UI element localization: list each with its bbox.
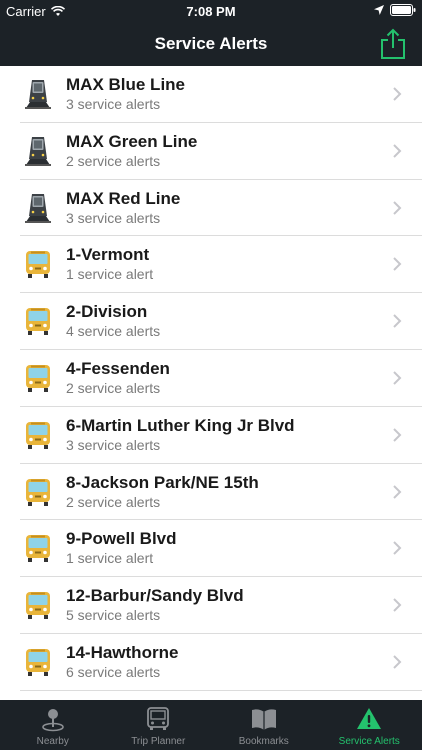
alert-row[interactable]: MAX Green Line 2 service alerts — [0, 123, 422, 180]
chevron-right-icon — [392, 427, 402, 443]
alert-row[interactable]: MAX Red Line 3 service alerts — [0, 180, 422, 237]
route-name: 6-Martin Luther King Jr Blvd — [66, 415, 295, 435]
alert-row[interactable]: 1-Vermont 1 service alert — [0, 236, 422, 293]
bus-icon — [22, 532, 54, 564]
alert-row[interactable]: 2-Division 4 service alerts — [0, 293, 422, 350]
chevron-right-icon — [392, 654, 402, 670]
bus-icon — [22, 248, 54, 280]
chevron-right-icon — [392, 313, 402, 329]
bus-icon — [22, 362, 54, 394]
alert-icon — [357, 708, 382, 729]
bus-front-icon — [147, 707, 170, 730]
bus-icon — [22, 646, 54, 678]
chevron-right-icon — [392, 200, 402, 216]
route-name: 2-Division — [66, 302, 148, 322]
tab-service-alerts-label: Service Alerts — [338, 736, 400, 747]
route-name: MAX Red Line — [66, 188, 181, 208]
alert-row[interactable]: 4-Fessenden 2 service alerts — [0, 350, 422, 407]
alert-row[interactable]: 8-Jackson Park/NE 15th 2 service alerts — [0, 464, 422, 521]
status-right — [374, 4, 416, 16]
alert-row[interactable]: 9-Powell Blvd 1 service alert — [0, 520, 422, 577]
alert-row[interactable]: 12-Barbur/Sandy Blvd 5 service alerts — [0, 577, 422, 634]
alert-count: 4 service alerts — [66, 323, 161, 340]
location-arrow-icon — [374, 5, 384, 15]
tab-nearby-label: Nearby — [36, 736, 69, 747]
route-name: 12-Barbur/Sandy Blvd — [66, 586, 244, 606]
route-name: MAX Green Line — [66, 131, 198, 151]
alert-row[interactable]: MAX Blue Line 3 service alerts — [0, 66, 422, 123]
tab-trip-planner[interactable]: Trip Planner — [106, 700, 212, 750]
tab-service-alerts[interactable]: Service Alerts — [317, 700, 422, 750]
alert-count: 3 service alerts — [66, 436, 161, 453]
alert-count: 3 service alerts — [66, 209, 161, 226]
page-title: Service Alerts — [154, 34, 268, 53]
status-bar: Carrier 7:08 PM — [0, 0, 422, 22]
chevron-right-icon — [392, 86, 402, 102]
route-name: 1-Vermont — [66, 245, 150, 265]
book-icon — [251, 709, 276, 730]
chevron-right-icon — [392, 597, 402, 613]
route-name: 4-Fessenden — [66, 358, 170, 378]
alert-count: 2 service alerts — [66, 152, 161, 169]
alert-count: 1 service alert — [66, 550, 154, 567]
tab-bookmarks-label: Bookmarks — [238, 736, 289, 747]
chevron-right-icon — [392, 484, 402, 500]
tab-bookmarks[interactable]: Bookmarks — [211, 700, 317, 750]
alert-count: 2 service alerts — [66, 493, 161, 510]
train-icon — [22, 78, 54, 110]
alert-count: 1 service alert — [66, 266, 154, 283]
battery-icon — [390, 4, 416, 16]
tab-nearby[interactable]: Nearby — [0, 700, 106, 750]
route-name: 9-Powell Blvd — [66, 529, 177, 549]
service-alerts-list: MAX Blue Line 3 service alerts MAX Green L… — [0, 66, 422, 700]
share-icon[interactable] — [380, 28, 406, 60]
alert-count: 6 service alerts — [66, 663, 161, 680]
chevron-right-icon — [392, 370, 402, 386]
map-pin-icon — [41, 709, 64, 732]
bus-icon — [22, 419, 54, 451]
navigation-bar: Service Alerts — [0, 22, 422, 66]
train-icon — [22, 135, 54, 167]
route-name: 14-Hawthorne — [66, 642, 179, 662]
alert-count: 3 service alerts — [66, 96, 161, 112]
tab-bar: Nearby Trip Planner Bookmarks Service Al… — [0, 700, 422, 750]
route-name: MAX Blue Line — [66, 75, 186, 94]
status-time: 7:08 PM — [186, 4, 236, 19]
bus-icon — [22, 589, 54, 621]
bus-icon — [22, 476, 54, 508]
route-name: 8-Jackson Park/NE 15th — [66, 472, 259, 492]
alert-row[interactable]: 6-Martin Luther King Jr Blvd 3 service al… — [0, 407, 422, 464]
chevron-right-icon — [392, 256, 402, 272]
chevron-right-icon — [392, 143, 402, 159]
alert-count: 5 service alerts — [66, 607, 161, 624]
tab-trip-planner-label: Trip Planner — [131, 736, 186, 747]
train-icon — [22, 192, 54, 224]
alert-row[interactable]: 14-Hawthorne 6 service alerts — [0, 634, 422, 691]
chevron-right-icon — [392, 540, 402, 556]
bus-icon — [22, 305, 54, 337]
alert-count: 2 service alerts — [66, 379, 161, 396]
